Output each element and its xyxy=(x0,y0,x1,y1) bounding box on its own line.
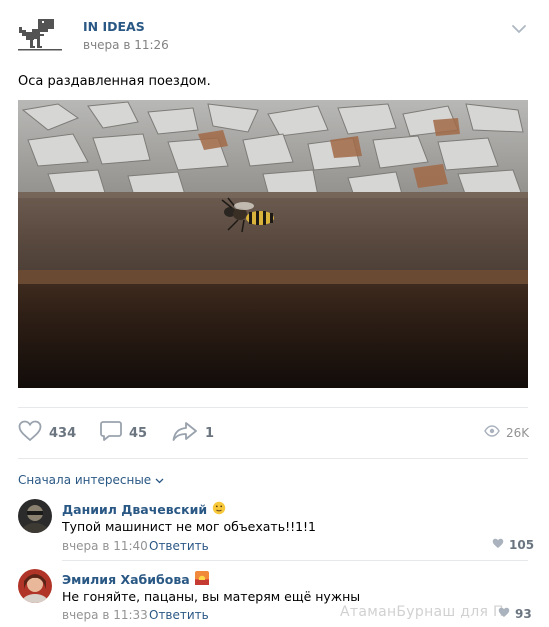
eye-icon xyxy=(484,425,500,440)
comments-sort-dropdown[interactable]: Сначала интересные xyxy=(18,473,164,487)
divider xyxy=(18,458,528,459)
share-arrow-icon xyxy=(172,421,198,445)
comment-like-button[interactable]: 105 xyxy=(492,538,534,552)
post-photo[interactable] xyxy=(18,100,528,388)
comment-text: Тупой машинист не мог объехать!!1!1 xyxy=(62,519,317,534)
comment-icon xyxy=(100,420,122,446)
community-name[interactable]: IN IDEAS xyxy=(83,19,145,34)
avatar[interactable] xyxy=(18,499,52,533)
post-timestamp[interactable]: вчера в 11:26 xyxy=(83,38,169,52)
sunset-emoji-icon xyxy=(194,571,209,588)
chevron-down-icon[interactable] xyxy=(510,20,528,33)
share-button[interactable]: 1 xyxy=(172,420,214,446)
post-text: Оса раздавленная поездом. xyxy=(18,74,211,89)
chevron-down-icon xyxy=(155,473,164,487)
comment-timestamp[interactable]: вчера в 11:33 xyxy=(62,608,148,622)
reply-button[interactable]: Ответить xyxy=(149,608,209,622)
like-count: 434 xyxy=(49,425,77,441)
views-counter: 26K xyxy=(484,425,529,440)
comment-like-button[interactable]: 93 xyxy=(498,607,532,621)
divider xyxy=(62,560,528,561)
comment-button[interactable]: 45 xyxy=(100,420,147,446)
divider xyxy=(18,407,528,408)
comment-author[interactable]: Даниил Двачевский xyxy=(62,501,226,518)
heart-icon xyxy=(18,420,42,446)
like-button[interactable]: 434 xyxy=(18,420,76,446)
share-count: 1 xyxy=(205,425,215,441)
comment-like-count: 93 xyxy=(515,607,532,621)
heart-icon xyxy=(492,538,504,552)
community-avatar-dino-icon[interactable] xyxy=(18,16,62,52)
views-count: 26K xyxy=(506,425,530,440)
avatar[interactable] xyxy=(18,569,52,603)
comment-count: 45 xyxy=(129,425,148,441)
sort-label: Сначала интересные xyxy=(18,473,152,487)
comment-timestamp[interactable]: вчера в 11:40 xyxy=(62,539,148,553)
emoji-face-icon xyxy=(212,501,226,518)
comment-text: Не гоняйте, пацаны, вы матерям ещё нужны xyxy=(62,589,361,604)
reply-button[interactable]: Ответить xyxy=(149,539,209,553)
comment-author[interactable]: Эмилия Хабибова xyxy=(62,571,209,588)
watermark: АтаманБурнаш для П xyxy=(340,604,504,620)
comment-like-count: 105 xyxy=(509,538,535,552)
heart-icon xyxy=(498,607,510,621)
